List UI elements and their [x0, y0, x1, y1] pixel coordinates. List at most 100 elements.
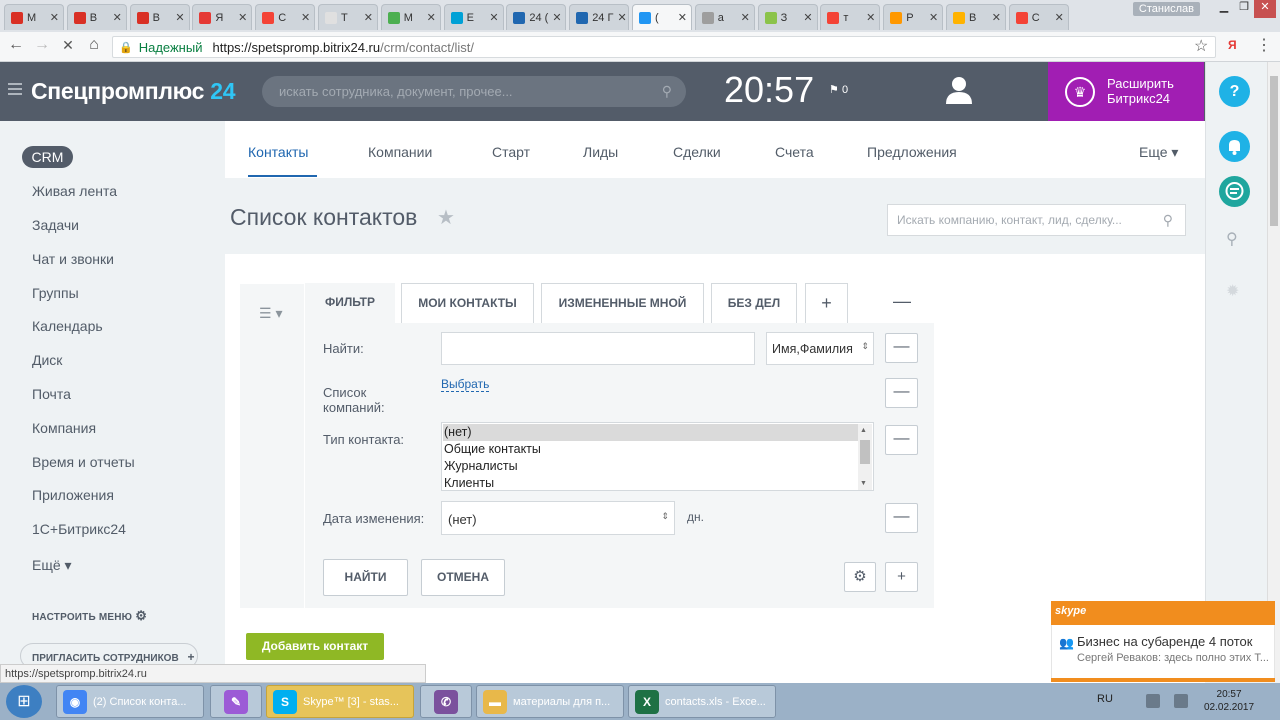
- filter-settings-gear-icon[interactable]: ⚙: [844, 562, 876, 592]
- filter-tab[interactable]: БЕЗ ДЕЛ: [711, 283, 797, 323]
- filter-tab[interactable]: ИЗМЕНЕННЫЕ МНОЙ: [541, 283, 704, 323]
- help-icon[interactable]: ?: [1219, 76, 1250, 107]
- listbox-option[interactable]: (нет): [444, 424, 472, 441]
- listbox-option[interactable]: Журналисты: [444, 458, 518, 475]
- listbox-scrollbar[interactable]: ▲ ▼: [858, 424, 872, 490]
- crm-search-input[interactable]: Искать компанию, контакт, лид, сделку...…: [887, 204, 1186, 236]
- close-tab-icon[interactable]: ✕: [803, 11, 812, 24]
- yandex-ext-icon[interactable]: Я: [1228, 38, 1237, 52]
- favorite-star-icon[interactable]: ★: [437, 205, 455, 230]
- choose-company-link[interactable]: Выбрать: [441, 377, 490, 392]
- add-filter-tab-button[interactable]: +: [805, 283, 848, 323]
- browser-tab[interactable]: З ✕: [757, 4, 818, 30]
- sidebar-item[interactable]: Приложения: [32, 487, 114, 503]
- sidebar-item[interactable]: Группы: [32, 285, 79, 301]
- taskbar-item[interactable]: S Skype™ [3] - stas...: [266, 685, 414, 718]
- close-tab-icon[interactable]: ✕: [50, 11, 59, 24]
- nav-tab[interactable]: Старт: [492, 144, 530, 160]
- browser-tab[interactable]: М ✕: [380, 4, 441, 30]
- listbox-option[interactable]: Общие контакты: [444, 441, 541, 458]
- browser-tab[interactable]: М ✕: [4, 4, 64, 30]
- configure-menu-button[interactable]: НАСТРОИТЬ МЕНЮ ⚙: [32, 608, 147, 624]
- browser-tab[interactable]: В ✕: [946, 4, 1006, 30]
- nav-tab[interactable]: Контакты: [248, 144, 308, 160]
- remove-type-button[interactable]: —: [885, 425, 918, 455]
- listbox-option[interactable]: Клиенты: [444, 475, 494, 490]
- contact-type-listbox[interactable]: ▲ ▼ (нет) Общие контакты Журналисты Клиенты: [441, 422, 874, 491]
- expand-bitrix-button[interactable]: ♛ Расширить Битрикс24: [1048, 62, 1204, 121]
- tray-clock[interactable]: 20:57 02.02.2017: [1204, 688, 1254, 714]
- network-icon[interactable]: [1146, 694, 1160, 708]
- taskbar-item[interactable]: Xcontacts.xls - Exce...: [628, 685, 776, 718]
- close-tab-icon[interactable]: ✕: [929, 11, 938, 24]
- remove-find-button[interactable]: —: [885, 333, 918, 363]
- hamburger-menu-icon[interactable]: [8, 83, 22, 95]
- filter-tab[interactable]: МОИ КОНТАКТЫ: [401, 283, 534, 323]
- nav-tab[interactable]: Счета: [775, 144, 814, 160]
- add-contact-button[interactable]: Добавить контакт: [246, 633, 384, 660]
- browser-tab[interactable]: Т ✕: [318, 4, 378, 30]
- close-tab-icon[interactable]: ✕: [1055, 11, 1064, 24]
- taskbar-item[interactable]: ▬ материалы для п...: [476, 685, 624, 718]
- collapse-filter-icon[interactable]: —: [893, 291, 911, 312]
- sidebar-item[interactable]: Живая лента: [32, 183, 117, 199]
- browser-tab[interactable]: 24 (✕: [506, 4, 567, 30]
- close-tab-icon[interactable]: ✕: [427, 11, 436, 24]
- close-tab-icon[interactable]: ✕: [175, 11, 184, 24]
- filter-tab[interactable]: ФИЛЬТР: [305, 283, 395, 323]
- bell-icon[interactable]: [1219, 131, 1250, 162]
- listbox-thumb[interactable]: [860, 440, 870, 464]
- sidebar-item[interactable]: Календарь: [32, 318, 103, 334]
- nav-more[interactable]: Еще ▾: [1139, 144, 1178, 161]
- sidebar-item[interactable]: Почта: [32, 386, 71, 402]
- portal-logo[interactable]: Спецпромплюс 24: [31, 78, 236, 105]
- browser-tab[interactable]: а ✕: [694, 4, 755, 30]
- sidebar-item[interactable]: Чат и звонки: [32, 251, 114, 267]
- sidebar-item[interactable]: Компания: [32, 420, 96, 436]
- sidebar-item[interactable]: Ещё ▾: [32, 557, 72, 574]
- back-icon[interactable]: ←: [6, 35, 26, 55]
- url-field[interactable]: 🔒 Надежный https://spetspromp.bitrix24.r…: [112, 36, 1216, 58]
- home-icon[interactable]: ⌂: [84, 35, 104, 55]
- add-field-button[interactable]: +: [885, 562, 918, 592]
- browser-tab[interactable]: т ✕: [820, 4, 881, 30]
- cancel-button[interactable]: ОТМЕНА: [421, 559, 505, 596]
- taskbar-item[interactable]: ✎: [210, 685, 262, 718]
- browser-tab[interactable]: В ✕: [66, 4, 127, 30]
- page-scrollbar[interactable]: [1267, 62, 1280, 682]
- sidebar-item[interactable]: Время и отчеты: [32, 454, 135, 470]
- close-tab-icon[interactable]: ✕: [992, 11, 1001, 24]
- close-tab-icon[interactable]: ✕: [364, 11, 373, 24]
- browser-tab[interactable]: С ✕: [1008, 4, 1069, 30]
- browser-tab[interactable]: Р ✕: [883, 4, 944, 30]
- flag-counter[interactable]: ⚑ 0: [829, 83, 848, 96]
- remove-companies-button[interactable]: —: [885, 378, 918, 408]
- taskbar-item[interactable]: ◉ (2) Список конта...: [56, 685, 204, 718]
- nav-tab[interactable]: Лиды: [583, 144, 618, 160]
- browser-tab[interactable]: В ✕: [129, 4, 190, 30]
- chat-icon[interactable]: [1219, 176, 1250, 207]
- chrome-menu-icon[interactable]: ⋮: [1256, 35, 1272, 55]
- browser-tab[interactable]: 24 Г ✕: [569, 4, 630, 30]
- browser-tab[interactable]: (✕: [632, 4, 692, 30]
- taskbar-item[interactable]: ✆: [420, 685, 472, 718]
- stop-icon[interactable]: ✕: [58, 35, 78, 55]
- find-field-select[interactable]: Имя,Фамилия ⇕: [766, 332, 874, 365]
- browser-tab[interactable]: Е ✕: [443, 4, 504, 30]
- close-tab-icon[interactable]: ✕: [866, 11, 875, 24]
- gear-icon[interactable]: ✹: [1226, 281, 1239, 301]
- close-tab-icon[interactable]: ✕: [113, 11, 122, 24]
- nav-tab[interactable]: Сделки: [673, 144, 721, 160]
- bookmark-star-icon[interactable]: ☆: [1194, 36, 1208, 56]
- menu-item-crm[interactable]: CRM: [22, 146, 73, 168]
- close-tab-icon[interactable]: ✕: [552, 11, 561, 24]
- browser-tab[interactable]: Я ✕: [192, 4, 253, 30]
- header-search-input[interactable]: искать сотрудника, документ, прочее... ⚲: [262, 76, 686, 107]
- date-select[interactable]: (нет) ⇕: [441, 501, 675, 535]
- remove-date-button[interactable]: —: [885, 503, 918, 533]
- user-avatar-icon[interactable]: [946, 76, 972, 104]
- close-tab-icon[interactable]: ✕: [617, 11, 626, 24]
- sidebar-item[interactable]: Диск: [32, 352, 62, 368]
- list-settings-icon[interactable]: ☰ ▾: [259, 305, 282, 322]
- language-indicator[interactable]: RU: [1097, 693, 1113, 705]
